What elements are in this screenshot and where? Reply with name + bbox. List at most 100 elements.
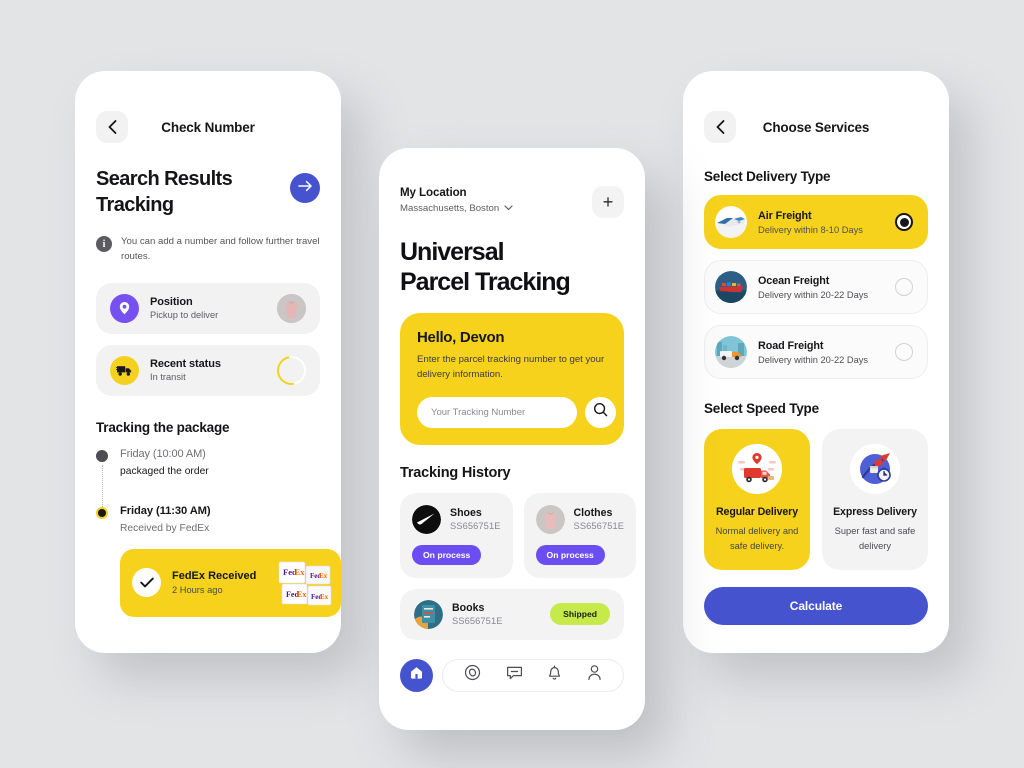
location-value-row[interactable]: Massachusetts, Boston [400,203,513,214]
back-button[interactable] [96,111,128,143]
tracking-section-title: Tracking the package [96,419,230,435]
delivery-option-air-freight[interactable]: Air Freight Delivery within 8-10 Days [704,195,928,249]
loading-spinner [271,350,312,391]
radio-button-selected[interactable] [895,213,913,231]
delivery-option-title: Ocean Freight [758,274,830,287]
location-header: My Location Massachusetts, Boston + [400,148,624,218]
search-button[interactable] [585,396,616,428]
cargo-ship-thumbnail [715,271,747,303]
timeline-dot [96,449,108,462]
page-title: Choose Services [762,119,870,135]
history-item-code: SS656751E [452,616,503,627]
status-card-title: Position [150,296,193,309]
delivery-option-road-freight[interactable]: Road Freight Delivery within 20-22 Days [704,325,928,379]
nike-logo-thumbnail [412,504,441,534]
history-section-title: Tracking History [400,464,511,481]
books-thumbnail [414,599,443,629]
chevron-left-icon [716,120,725,134]
location-block[interactable]: My Location Massachusetts, Boston [400,186,513,214]
add-button[interactable]: + [592,186,624,218]
tracking-timeline: Friday (10:00 AM) packaged the order Fri… [96,448,341,617]
history-grid: Shoes SS656751E On process Clothes SS656… [400,492,637,578]
timeline-marker [96,448,109,507]
delivery-option-subtitle: Delivery within 20-22 Days [758,289,869,300]
speed-type-grid: Regular Delivery Normal delivery and saf… [704,429,928,570]
tracking-search-row [417,396,616,428]
nav-item-profile[interactable] [587,664,602,686]
status-card-text: Position Pickup to deliver [150,296,266,320]
hero-title-line1: Search Results [96,168,233,190]
history-card-clothes[interactable]: Clothes SS656751E On process [523,492,637,578]
svg-text:Ex: Ex [319,572,328,580]
info-icon: i [96,236,112,253]
history-item-code: SS656751E [573,521,625,532]
right-topbar: Choose Services [704,71,928,143]
location-label: My Location [400,186,467,199]
history-card-top: Clothes SS656751E [535,504,625,534]
status-card-recent-status[interactable]: Recent status In transit [96,344,320,396]
history-card-text: Clothes SS656751E [574,507,625,531]
timeline-content: Friday (10:00 AM) packaged the order [120,448,320,481]
speed-option-regular-delivery[interactable]: Regular Delivery Normal delivery and saf… [704,429,810,570]
clothes-thumbnail [535,504,565,534]
status-badge: Shipped [550,603,610,626]
history-item-name: Clothes [573,507,613,520]
nav-item-notifications[interactable] [547,664,562,686]
nav-item-messages[interactable] [506,665,523,686]
history-card-text: Shoes SS656751E [450,507,501,531]
phone-screen-check-number: Check Number Search Results Tracking i Y… [75,71,341,653]
speed-option-express-delivery[interactable]: Express Delivery Super fast and safe del… [822,429,928,570]
nav-item-compass[interactable] [464,664,481,686]
status-card-title: Recent status [150,358,221,371]
nav-secondary-group [442,658,624,692]
timeline-desc: packaged the order [120,465,209,477]
radio-button[interactable] [895,278,913,296]
express-courier-icon [850,444,900,494]
tracking-number-input[interactable] [417,396,577,428]
hero-title-line2: Tracking [96,193,174,216]
greeting-text: Hello, Devon [417,329,505,346]
history-card-shoes[interactable]: Shoes SS656751E On process [400,492,513,578]
history-card-top: Shoes SS656751E [412,504,501,534]
timeline-desc: Received by FedEx [120,522,210,534]
hero-title-line1: Universal [400,238,505,266]
clothes-thumbnail [277,293,306,323]
back-button[interactable] [704,111,736,143]
left-topbar: Check Number [96,71,320,143]
fedex-card-text: FedEx Received 2 Hours ago [172,570,266,595]
delivery-option-ocean-freight[interactable]: Ocean Freight Delivery within 20-22 Days [704,260,928,314]
timeline-step: Friday (11:30 AM) Received by FedEx [96,505,320,538]
svg-text:Ex: Ex [320,593,329,601]
timeline-marker [96,505,109,538]
delivery-option-subtitle: Delivery within 8-10 Days [758,224,863,235]
page-title: Check Number [161,119,255,135]
status-card-subtitle: Pickup to deliver [150,310,219,321]
status-card-position[interactable]: Position Pickup to deliver [96,282,320,334]
canvas: Check Number Search Results Tracking i Y… [0,0,1024,768]
nav-item-home[interactable] [400,658,433,692]
status-badge: On process [535,544,605,565]
info-hint-text: You can add a number and follow further … [121,236,320,263]
phone-screen-home: My Location Massachusetts, Boston + Univ… [379,148,645,730]
location-pin-icon [110,293,139,323]
history-card-text: Books SS656751E [452,602,541,626]
timeline-time: Friday (11:30 AM) [120,504,211,517]
bottom-navigation [400,658,624,692]
search-results-header: Search Results Tracking [96,167,320,218]
timeline-dot-active [96,506,108,519]
history-item-name: Books [452,602,485,615]
radio-button[interactable] [895,343,913,361]
svg-text:Ex: Ex [295,567,306,577]
delivery-option-subtitle: Delivery within 20-22 Days [758,354,869,365]
arrow-right-icon [297,179,313,197]
go-arrow-button[interactable] [290,173,320,203]
calculate-button[interactable]: Calculate [704,586,928,625]
history-card-books[interactable]: Books SS656751E Shipped [400,588,624,640]
home-icon [409,665,424,685]
history-item-code: SS656751E [450,521,501,532]
truck-thumbnail [715,336,747,368]
svg-text:Ex: Ex [297,590,306,599]
fedex-received-card[interactable]: FedEx Received 2 Hours ago Fed Ex Fed Ex [120,548,341,617]
status-badge: On process [412,544,482,565]
status-card-subtitle: In transit [150,372,186,383]
